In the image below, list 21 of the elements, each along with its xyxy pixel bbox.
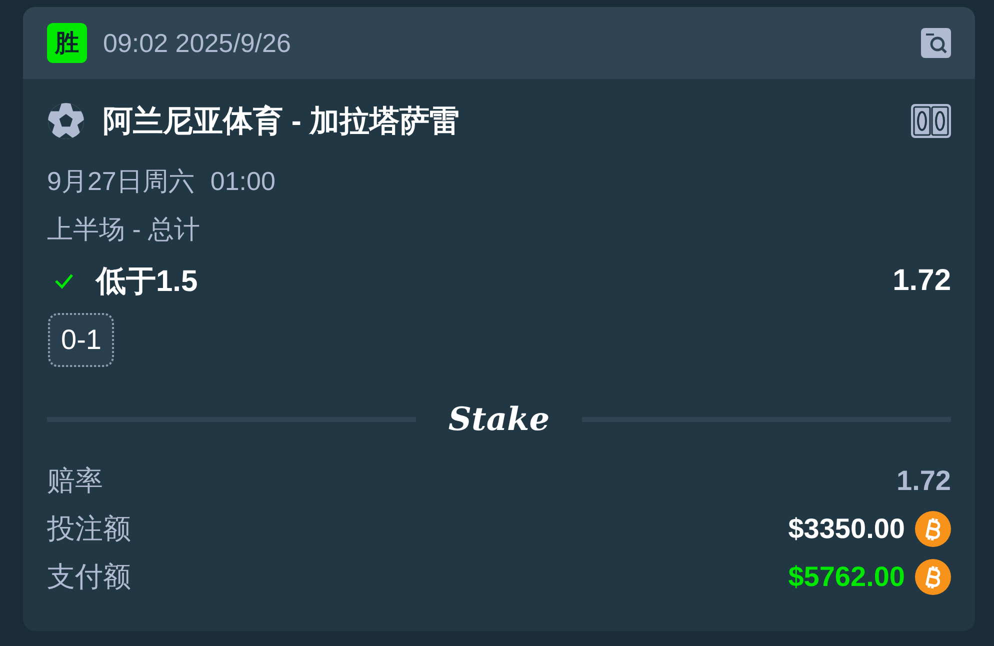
- selection-text: 低于1.5: [96, 264, 199, 300]
- score-chip: 0-1: [48, 313, 114, 367]
- match-title: 阿兰尼亚体育 - 加拉塔萨雷: [103, 104, 461, 140]
- timestamp-text: 09:02 2025/9/26: [103, 28, 292, 58]
- bitcoin-icon: [915, 511, 951, 547]
- summary-value: $5762.00: [788, 561, 905, 593]
- bitcoin-icon: [915, 559, 951, 595]
- summary-label: 投注额: [47, 512, 132, 546]
- time-text: 01:00: [210, 165, 276, 198]
- search-icon[interactable]: [921, 28, 951, 58]
- summary-label: 赔率: [47, 464, 104, 498]
- odds-text: 1.72: [892, 264, 951, 298]
- scoreboard-icon[interactable]: [911, 104, 951, 138]
- summary-value: $3350.00: [788, 513, 905, 545]
- summary-value: 1.72: [896, 465, 951, 497]
- soccer-ball-icon: [47, 102, 85, 140]
- market-text: 上半场 - 总计: [47, 214, 200, 244]
- summary-label: 支付额: [47, 560, 132, 594]
- brand-logo: Stake: [448, 399, 550, 439]
- date-text: 9月27日周六: [47, 165, 194, 198]
- result-badge: 胜: [47, 23, 87, 63]
